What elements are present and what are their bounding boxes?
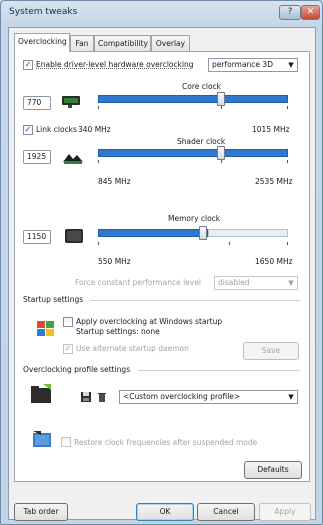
shader-clock-track[interactable] bbox=[98, 149, 288, 157]
core-clock-min-label: 340 MHz bbox=[78, 125, 111, 134]
performance-mode-value: performance 3D bbox=[212, 60, 273, 69]
performance-mode-select[interactable]: performance 3D ▼ bbox=[208, 58, 298, 72]
memory-clock-track-rest[interactable] bbox=[208, 229, 288, 237]
profile-settings-group-label: Overclocking profile settings bbox=[23, 365, 131, 374]
startup-settings-group-label: Startup settings bbox=[23, 295, 84, 304]
shader-clock-title: Shader clock bbox=[177, 137, 226, 146]
system-tweaks-window: System tweaks ? ✕ Overclocking Fan Compa… bbox=[0, 0, 323, 525]
force-performance-value: disabled bbox=[218, 278, 250, 287]
enable-overclocking-checkbox[interactable]: ✓ bbox=[23, 60, 33, 70]
link-clocks-label: Link clocks bbox=[36, 125, 77, 134]
memory-clock-input[interactable]: 1150 bbox=[23, 230, 51, 244]
ok-button[interactable]: OK bbox=[136, 503, 194, 521]
check-icon: ✓ bbox=[24, 60, 32, 69]
memory-clock-title: Memory clock bbox=[168, 214, 221, 223]
slider-tick bbox=[287, 106, 288, 109]
slider-tick bbox=[221, 106, 222, 109]
link-clocks-checkbox[interactable]: ✓ bbox=[23, 125, 33, 135]
restore-clocks-label: Restore clock frequencies after suspende… bbox=[74, 438, 258, 447]
check-icon: ✓ bbox=[64, 344, 72, 353]
tab-overlay[interactable]: Overlay bbox=[151, 35, 190, 51]
help-icon: ? bbox=[287, 7, 293, 17]
apply-at-startup-checkbox[interactable] bbox=[63, 317, 73, 327]
slider-tick bbox=[98, 242, 99, 245]
core-clock-slider-thumb[interactable] bbox=[217, 92, 225, 106]
slider-tick bbox=[287, 160, 288, 163]
defaults-button-label: Defaults bbox=[257, 465, 289, 474]
memory-clock-min-label: 550 MHz bbox=[98, 257, 131, 266]
delete-profile-icon[interactable] bbox=[96, 391, 108, 403]
core-clock-input[interactable]: 770 bbox=[23, 96, 51, 110]
close-icon: ✕ bbox=[306, 7, 315, 17]
core-clock-value: 770 bbox=[27, 98, 42, 107]
tab-label: Overlay bbox=[155, 39, 186, 48]
tab-fan[interactable]: Fan bbox=[70, 35, 94, 51]
suspend-restore-icon bbox=[33, 431, 51, 447]
tab-label: Overclocking bbox=[18, 37, 67, 46]
slider-tick bbox=[98, 106, 99, 109]
enable-overclocking-label: Enable driver-level hardware overclockin… bbox=[36, 60, 194, 69]
apply-label: Apply bbox=[274, 507, 296, 516]
tab-label: Compatibility bbox=[98, 39, 148, 48]
restore-clocks-checkbox[interactable] bbox=[61, 437, 71, 447]
overclocking-panel: ✓ Enable driver-level hardware overclock… bbox=[14, 51, 310, 482]
overclocking-profile-select[interactable]: <Custom overclocking profile> ▼ bbox=[119, 390, 298, 404]
memory-clock-track[interactable] bbox=[98, 229, 208, 237]
slider-tick bbox=[229, 242, 230, 245]
profile-folder-icon bbox=[31, 384, 51, 403]
close-button[interactable]: ✕ bbox=[301, 5, 320, 20]
tab-label: Fan bbox=[75, 39, 89, 48]
slider-tick bbox=[221, 160, 222, 163]
tab-compatibility[interactable]: Compatibility bbox=[94, 35, 151, 51]
core-clock-title: Core clock bbox=[182, 82, 222, 91]
core-clock-max-label: 1015 MHz bbox=[252, 125, 290, 134]
defaults-button[interactable]: Defaults bbox=[244, 461, 302, 479]
slider-tick bbox=[98, 160, 99, 163]
cancel-button[interactable]: Cancel bbox=[197, 503, 255, 521]
group-divider bbox=[90, 300, 300, 301]
alternate-daemon-label: Use alternate startup daemon bbox=[76, 344, 189, 353]
shader-clock-slider-thumb[interactable] bbox=[217, 146, 225, 160]
chevron-down-icon: ▼ bbox=[288, 279, 294, 287]
apply-at-startup-label: Apply overclocking at Windows startup bbox=[76, 317, 223, 326]
apply-button[interactable]: Apply bbox=[259, 503, 311, 521]
shader-icon bbox=[63, 154, 83, 164]
gpu-core-icon bbox=[62, 96, 80, 108]
tab-order-label: Tab order bbox=[23, 507, 59, 516]
force-performance-label: Force constant performance level bbox=[75, 278, 201, 287]
save-profile-icon[interactable] bbox=[80, 391, 92, 403]
startup-settings-status: Startup settings: none bbox=[76, 327, 160, 336]
dialog-client: Overclocking Fan Compatibility Overlay ✓… bbox=[8, 27, 316, 521]
chevron-down-icon: ▼ bbox=[288, 61, 294, 69]
group-divider bbox=[138, 370, 300, 371]
chevron-down-icon: ▼ bbox=[288, 393, 294, 401]
memory-clock-max-label: 1650 MHz bbox=[255, 257, 293, 266]
memory-chip-icon bbox=[65, 229, 83, 243]
windows-startup-icon bbox=[37, 321, 54, 336]
alternate-daemon-checkbox[interactable]: ✓ bbox=[63, 344, 73, 354]
shader-clock-max-label: 2535 MHz bbox=[255, 177, 293, 186]
title-bar[interactable]: System tweaks ? ✕ bbox=[1, 1, 322, 25]
tab-order-button[interactable]: Tab order bbox=[14, 503, 68, 521]
force-performance-select[interactable]: disabled ▼ bbox=[214, 276, 298, 290]
save-button-label: Save bbox=[261, 346, 281, 355]
core-clock-track[interactable] bbox=[98, 95, 288, 103]
shader-clock-value: 1925 bbox=[27, 152, 47, 161]
cancel-label: Cancel bbox=[213, 507, 239, 516]
help-button[interactable]: ? bbox=[279, 5, 301, 20]
overclocking-profile-value: <Custom overclocking profile> bbox=[123, 392, 241, 401]
check-icon: ✓ bbox=[24, 125, 32, 134]
tab-overclocking[interactable]: Overclocking bbox=[14, 33, 70, 52]
memory-clock-value: 1150 bbox=[27, 232, 47, 241]
memory-clock-slider-thumb[interactable] bbox=[199, 226, 207, 240]
window-title: System tweaks bbox=[9, 7, 78, 17]
ok-label: OK bbox=[159, 507, 171, 516]
shader-clock-input[interactable]: 1925 bbox=[23, 150, 51, 164]
slider-tick bbox=[287, 242, 288, 245]
save-button[interactable]: Save bbox=[243, 342, 299, 360]
shader-clock-min-label: 845 MHz bbox=[98, 177, 131, 186]
